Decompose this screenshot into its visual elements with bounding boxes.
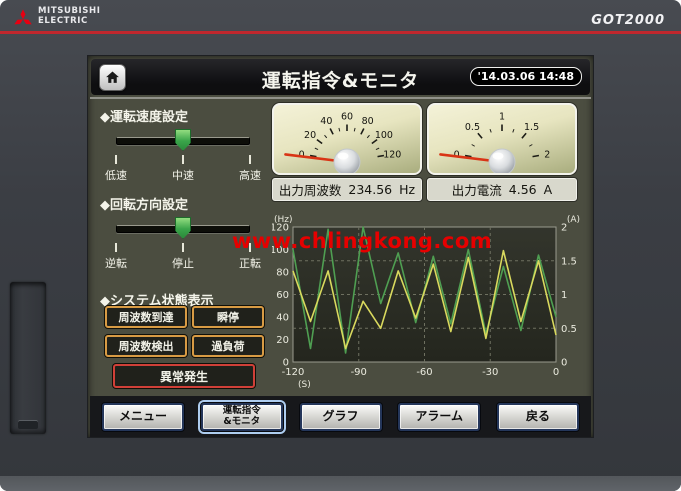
x-axis-tick: 0 <box>553 367 559 378</box>
x-axis-tick: -60 <box>416 367 432 378</box>
speed-slider-label: 低速 <box>105 167 127 183</box>
usb-cover-door[interactable] <box>10 282 46 434</box>
status-button-0[interactable]: 周波数到達 <box>105 306 187 328</box>
direction-slider-label: 停止 <box>172 255 194 271</box>
nav-button-2[interactable]: グラフ <box>300 403 382 431</box>
svg-text:0: 0 <box>454 149 460 160</box>
direction-section-title: ◆回転方向設定 <box>100 194 188 213</box>
right-axis-unit: (A) <box>567 215 580 225</box>
svg-text:120: 120 <box>383 149 401 160</box>
brand-line2: ELECTRIC <box>38 17 100 27</box>
speed-section-title: ◆運転速度設定 <box>100 106 188 125</box>
svg-text:1.5: 1.5 <box>524 122 539 133</box>
x-axis-tick: -30 <box>482 367 498 378</box>
nav-button-3[interactable]: アラーム <box>398 403 480 431</box>
left-axis-tick: 40 <box>276 313 289 324</box>
speed-slider-label: 高速 <box>239 167 261 183</box>
titlebar-divider <box>90 97 591 99</box>
svg-text:40: 40 <box>320 116 332 127</box>
x-axis-tick: -90 <box>351 367 367 378</box>
mitsubishi-logo: MITSUBISHI ELECTRIC <box>13 7 100 27</box>
direction-slider-tick <box>182 243 184 252</box>
status-button-3[interactable]: 過負荷 <box>192 335 264 357</box>
nav-button-1[interactable]: 運転指令 &モニタ <box>201 403 283 431</box>
direction-slider-tick <box>115 243 117 252</box>
x-axis-unit: (S) <box>298 380 311 389</box>
svg-text:0: 0 <box>299 149 305 160</box>
gauge-unit: Hz <box>399 182 415 197</box>
svg-text:60: 60 <box>341 111 353 122</box>
gauge-face: 0 20 40 60 80100 120 <box>272 103 422 175</box>
three-diamond-icon <box>13 9 33 25</box>
right-axis-tick: 1.5 <box>561 256 577 267</box>
right-axis-tick: 2 <box>561 223 567 234</box>
speed-slider-tick <box>249 155 251 164</box>
left-axis-tick: 60 <box>276 290 289 301</box>
speed-slider-tick <box>115 155 117 164</box>
right-axis-tick: 0 <box>561 358 567 369</box>
gauge-value: 234.56 <box>348 182 392 197</box>
red-stripe <box>0 31 681 34</box>
gauge-face: 0 0.5 1 1.5 2 <box>427 103 577 175</box>
datetime-display: '14.03.06 14:48 <box>470 67 583 86</box>
direction-slider-handle[interactable] <box>175 217 191 239</box>
speed-slider-handle[interactable] <box>175 129 191 151</box>
gauge-label: 出力電流 <box>452 180 502 199</box>
gauge-value-strip: 出力電流 4.56 A <box>427 178 577 201</box>
bezel-bottom-edge <box>0 476 681 491</box>
gauge-label: 出力周波数 <box>279 180 342 199</box>
svg-text:20: 20 <box>304 130 316 141</box>
nav-button-4[interactable]: 戻る <box>497 403 579 431</box>
direction-slider-label: 逆転 <box>105 255 127 271</box>
model-logo: GOT2000 <box>591 13 665 28</box>
left-axis-tick: 20 <box>276 335 289 346</box>
title-bar: 運転指令&モニタ '14.03.06 14:48 <box>91 59 590 95</box>
svg-text:80: 80 <box>362 116 374 127</box>
svg-text:0.5: 0.5 <box>465 122 480 133</box>
speed-slider-label: 中速 <box>172 167 194 183</box>
right-axis-tick: 0.5 <box>561 324 577 335</box>
gauge-value-strip: 出力周波数 234.56 Hz <box>272 178 422 201</box>
watermark: www.chlingkong.com <box>232 229 492 253</box>
status-lamp-area: 周波数到達瞬停周波数検出過負荷異常発生 <box>88 306 272 392</box>
gauge-value: 4.56 <box>509 182 537 197</box>
nav-button-0[interactable]: メニュー <box>102 403 184 431</box>
speed-slider-tick <box>182 155 184 164</box>
usb-cover-latch[interactable] <box>18 420 38 429</box>
left-axis-tick: 80 <box>276 268 289 279</box>
svg-text:1: 1 <box>499 111 505 122</box>
right-axis-tick: 1 <box>561 290 567 301</box>
x-axis-tick: -120 <box>282 367 305 378</box>
device-bezel: MITSUBISHI ELECTRIC GOT2000 運転指令&モニタ '14… <box>0 0 681 491</box>
bottom-nav-bar: メニュー運転指令 &モニタグラフアラーム戻る <box>90 396 591 437</box>
status-button-4[interactable]: 異常発生 <box>113 364 255 388</box>
status-button-2[interactable]: 周波数検出 <box>105 335 187 357</box>
direction-slider[interactable]: 逆転停止正転 <box>116 216 250 274</box>
gauge-unit: A <box>544 182 553 197</box>
svg-text:100: 100 <box>375 130 393 141</box>
output-frequency-gauge: 0 20 40 60 80100 120 出力周波数 234.56 Hz <box>272 103 422 201</box>
output-current-gauge: 0 0.5 1 1.5 2 出力電流 4.56 A <box>427 103 577 201</box>
direction-slider-label: 正転 <box>239 255 261 271</box>
svg-text:2: 2 <box>544 149 550 160</box>
status-button-1[interactable]: 瞬停 <box>192 306 264 328</box>
speed-slider[interactable]: 低速中速高速 <box>116 128 250 186</box>
